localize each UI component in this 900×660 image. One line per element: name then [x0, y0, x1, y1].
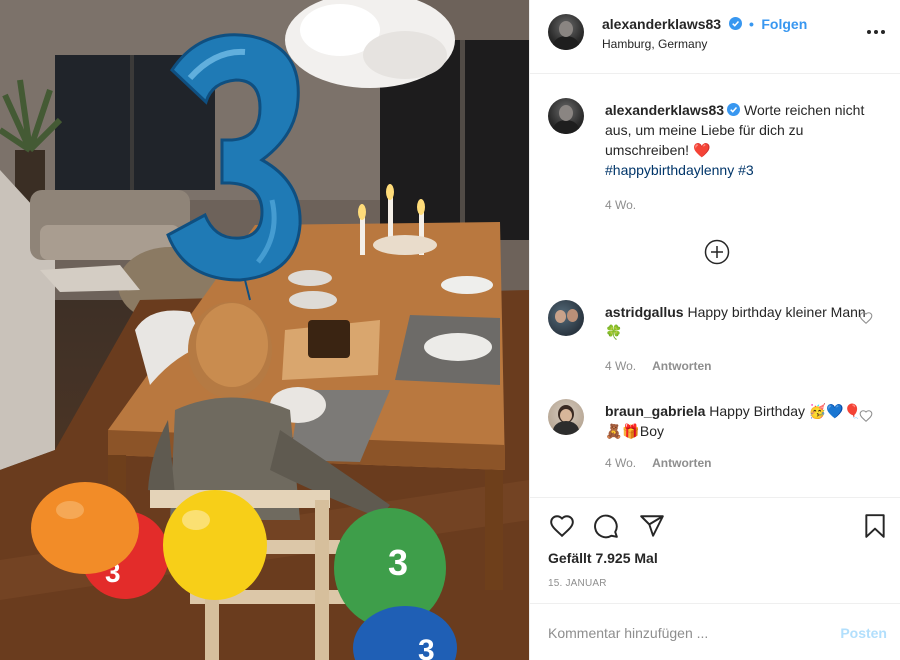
svg-text:3: 3 [388, 542, 408, 583]
follow-button[interactable]: Folgen [761, 16, 807, 32]
author-line: alexanderklaws83 • Folgen [602, 16, 807, 34]
post-date[interactable]: 15. JANUAR [548, 578, 607, 589]
author-username[interactable]: alexanderklaws83 [602, 16, 721, 32]
reply-button[interactable]: Antworten [652, 456, 711, 470]
heart-outline-icon[interactable] [859, 409, 873, 423]
red-heart-emoji: ❤️ [692, 142, 711, 158]
comment-meta: 4 Wo. Antworten [605, 456, 711, 470]
orange-balloon [31, 482, 139, 574]
comment-age[interactable]: 4 Wo. [605, 359, 636, 373]
caption-hashtags[interactable]: #happybirthdaylenny #3 [605, 162, 754, 178]
svg-text:3: 3 [418, 634, 435, 660]
yellow-balloon [163, 490, 267, 600]
verified-badge-icon [727, 103, 741, 116]
post-sidebar: alexanderklaws83 • Folgen Hamburg, Germa… [529, 0, 900, 660]
caption-username[interactable]: alexanderklaws83 [605, 102, 724, 118]
add-circle-icon[interactable] [704, 239, 730, 265]
comment-composer: Posten [530, 603, 900, 660]
like-heart-icon[interactable] [549, 513, 575, 539]
more-options-icon[interactable] [865, 24, 887, 40]
comment-age[interactable]: 4 Wo. [605, 456, 636, 470]
post-actions: Gefällt 7.925 Mal 15. JANUAR [530, 497, 900, 603]
caption-age[interactable]: 4 Wo. [605, 198, 636, 212]
caption-text-block: alexanderklaws83 Worte reichen nicht aus… [605, 100, 875, 180]
post-location[interactable]: Hamburg, Germany [602, 37, 707, 51]
comment-meta: 4 Wo. Antworten [605, 359, 711, 373]
reply-button[interactable]: Antworten [652, 359, 711, 373]
post-comment-button[interactable]: Posten [840, 625, 887, 641]
comment-username[interactable]: astridgallus [605, 304, 684, 320]
post-photo[interactable]: 3 3 3 [0, 0, 529, 660]
author-avatar[interactable] [548, 14, 584, 50]
likes-count[interactable]: Gefällt 7.925 Mal [548, 550, 658, 566]
bookmark-icon[interactable] [862, 513, 888, 539]
birthday-photo-illustration: 3 3 3 [0, 0, 529, 660]
comment-icon[interactable] [593, 513, 619, 539]
comment-input[interactable] [548, 622, 808, 644]
caption-avatar[interactable] [548, 98, 584, 134]
separator-dot: • [749, 16, 754, 32]
comment-username[interactable]: braun_gabriela [605, 403, 705, 419]
post-header: alexanderklaws83 • Folgen Hamburg, Germa… [530, 0, 900, 74]
share-icon[interactable] [639, 513, 665, 539]
comment-text-block: braun_gabriela Happy Birthday 🥳💙🎈🧸🎁Boy [605, 401, 875, 441]
verified-badge-icon [728, 17, 742, 30]
comment-text-block: astridgallus Happy birthday kleiner Mann… [605, 302, 875, 342]
heart-outline-icon[interactable] [859, 311, 873, 325]
commenter-avatar[interactable] [548, 300, 584, 336]
commenter-avatar[interactable] [548, 399, 584, 435]
